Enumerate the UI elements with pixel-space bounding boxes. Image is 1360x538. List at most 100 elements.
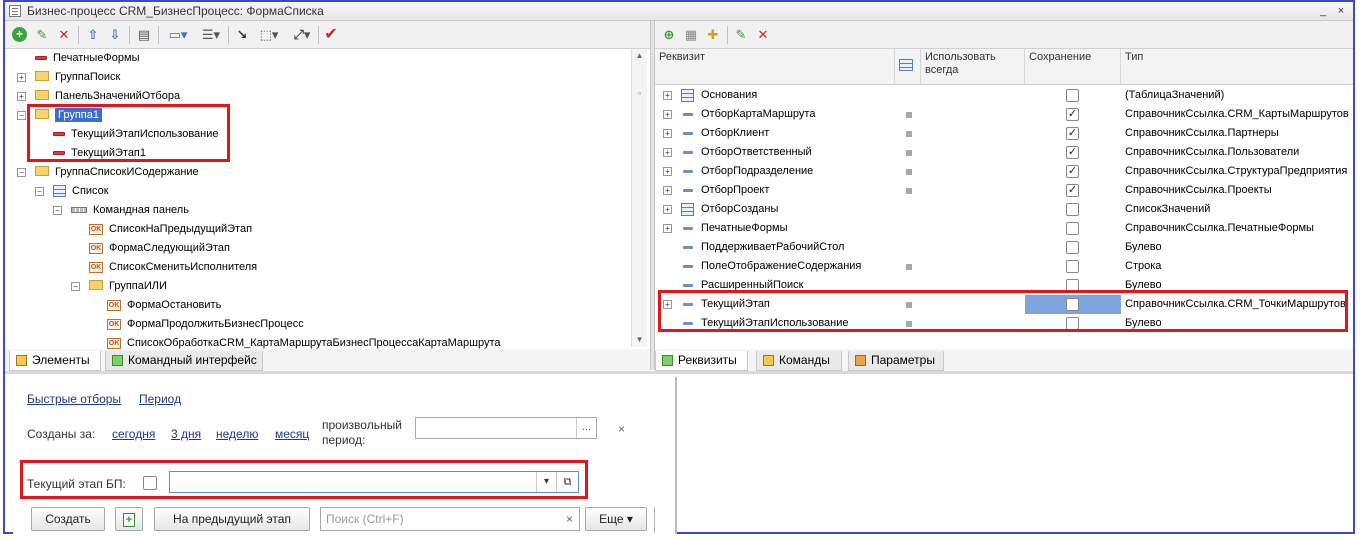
expand-icon[interactable]: + — [663, 129, 672, 138]
use-marker[interactable] — [906, 150, 912, 156]
use-marker[interactable] — [906, 321, 912, 327]
tree-item-panel-znacheniy-otbora[interactable]: + ПанельЗначенийОтбора — [17, 87, 180, 106]
collapse-icon[interactable]: − — [17, 111, 26, 120]
attribute-row[interactable]: + ОтборОтветственный ✓ СправочникСсылка.Пол… — [655, 143, 1353, 162]
attribute-row[interactable]: + ОтборПодразделение ✓ СправочникСсылка.Стр… — [655, 162, 1353, 181]
dropdown-arrow-icon[interactable]: ▾ — [536, 472, 556, 492]
form-view-icon[interactable]: ▭▾ — [165, 27, 191, 43]
save-checkbox[interactable] — [1066, 317, 1079, 330]
close-button[interactable]: × — [1333, 3, 1349, 19]
col-icon[interactable] — [895, 49, 921, 85]
add-column-icon[interactable]: ✚ — [705, 27, 721, 43]
attribute-row[interactable]: ПолеОтображениеСодержания Строка — [655, 257, 1353, 276]
expand-icon[interactable]: + — [663, 186, 672, 195]
save-checkbox[interactable] — [1066, 279, 1079, 292]
properties-icon[interactable]: ▤ — [136, 27, 152, 43]
prev-stage-button[interactable]: На предыдущий этап — [154, 507, 310, 531]
clear-period-icon[interactable]: × — [618, 422, 625, 436]
more-button[interactable]: Еще ▾ — [585, 507, 647, 531]
use-marker[interactable] — [906, 188, 912, 194]
period-input[interactable]: ... — [415, 417, 597, 439]
link-icon[interactable]: ↘ — [234, 27, 250, 43]
use-marker[interactable] — [906, 112, 912, 118]
create-button[interactable]: Создать — [31, 507, 105, 531]
collapse-icon[interactable]: − — [35, 187, 44, 196]
collapse-icon[interactable]: − — [17, 168, 26, 177]
tree-item-pechatnye-formy[interactable]: ПечатныеФормы — [35, 49, 139, 68]
tree-item-forma-prodolzhit[interactable]: OK ФормаПродолжитьБизнесПроцесс — [107, 315, 304, 334]
tree-scrollbar[interactable]: ▲ ▫ ▼ — [631, 49, 647, 347]
quick-filters-link[interactable]: Быстрые отборы — [27, 392, 121, 406]
save-checkbox[interactable]: ✓ — [1066, 127, 1079, 140]
edit-icon[interactable]: ✎ — [733, 27, 749, 43]
search-input[interactable]: Поиск (Ctrl+F) × — [320, 507, 580, 531]
minimize-button[interactable]: _ — [1315, 3, 1331, 19]
save-checkbox[interactable] — [1066, 89, 1079, 102]
tree-item-gruppa1[interactable]: − Группа1 — [17, 106, 102, 125]
tab-attributes[interactable]: Реквизиты — [655, 351, 748, 371]
attribute-row[interactable]: + ОтборПроект ✓ СправочникСсылка.Проекты — [655, 181, 1353, 200]
attribute-row[interactable]: РасширенныйПоиск Булево — [655, 276, 1353, 295]
layout-icon[interactable]: ☰▾ — [198, 27, 224, 43]
preview-splitter[interactable] — [5, 371, 1353, 374]
tree-item-spisok-smenit-ispolnitelya[interactable]: OK СписокСменитьИсполнителя — [89, 258, 257, 277]
attribute-row[interactable]: + ОтборКартаМаршрута ✓ СправочникСсылка.CRM… — [655, 105, 1353, 124]
attribute-row[interactable]: + Основания (ТаблицаЗначений) — [655, 86, 1353, 105]
tab-parameters[interactable]: Параметры — [848, 351, 944, 371]
save-checkbox[interactable] — [1066, 241, 1079, 254]
current-stage-checkbox[interactable] — [143, 476, 157, 490]
add-icon[interactable]: + — [12, 27, 27, 42]
save-checkbox[interactable]: ✓ — [1066, 165, 1079, 178]
move-up-icon[interactable]: ⇧ — [85, 27, 101, 43]
use-marker[interactable] — [906, 264, 912, 270]
tree-item-tekushchiy-etap1[interactable]: ТекущийЭтап1 — [53, 144, 146, 163]
delete-icon[interactable]: ✕ — [56, 27, 72, 43]
scroll-down-icon[interactable]: ▼ — [632, 333, 647, 347]
today-link[interactable]: сегодня — [112, 427, 155, 441]
week-link[interactable]: неделю — [216, 427, 258, 441]
tree-item-forma-sleduyushchiy-etap[interactable]: OK ФормаСледующийЭтап — [89, 239, 230, 258]
expand-icon[interactable]: + — [663, 300, 672, 309]
tree-item-komandnaya-panel[interactable]: − Командная панель — [53, 201, 189, 220]
save-checkbox[interactable]: ✓ — [1066, 108, 1079, 121]
expand-icon[interactable]: + — [663, 110, 672, 119]
expand-icon[interactable]: + — [17, 73, 26, 82]
current-stage-input[interactable]: ▾ ⧉ — [169, 471, 579, 493]
stretch-icon[interactable]: ⤢▾ — [289, 27, 315, 43]
col-save[interactable]: Сохранение — [1025, 49, 1121, 85]
tree-item-gruppa-ili[interactable]: − ГруппаИЛИ — [71, 277, 167, 296]
expand-icon[interactable]: + — [663, 91, 672, 100]
expand-icon[interactable]: + — [663, 148, 672, 157]
month-link[interactable]: месяц — [275, 427, 309, 441]
check-icon[interactable]: ✔ — [323, 27, 339, 43]
save-checkbox[interactable] — [1066, 222, 1079, 235]
period-select-button[interactable]: ... — [576, 418, 596, 438]
use-marker[interactable] — [906, 169, 912, 175]
attribute-row[interactable]: + ПечатныеФормы СправочникСсылка.ПечатныеФ… — [655, 219, 1353, 238]
use-marker[interactable] — [906, 302, 912, 308]
attribute-row[interactable]: + ТекущийЭтап СправочникСсылка.CRM_ТочкиМа… — [655, 295, 1353, 314]
tab-elements[interactable]: Элементы — [9, 351, 101, 371]
add-attr-icon[interactable]: ⊕ — [661, 27, 677, 43]
save-checkbox[interactable]: ✓ — [1066, 184, 1079, 197]
save-checkbox[interactable] — [1066, 203, 1079, 216]
delete-icon[interactable]: ✕ — [755, 27, 771, 43]
open-icon[interactable]: ⧉ — [556, 472, 578, 492]
attribute-row[interactable]: ПоддерживаетРабочийСтол Булево — [655, 238, 1353, 257]
save-checkbox[interactable] — [1066, 298, 1079, 311]
three-days-link[interactable]: 3 дня — [171, 427, 201, 441]
tree-item-spisok[interactable]: − Список — [35, 182, 109, 201]
tree-item-forma-ostanovit[interactable]: OK ФормаОстановить — [107, 296, 221, 315]
clear-search-icon[interactable]: × — [566, 512, 573, 526]
tree-item-gruppa-spisok-i-soderzhanie[interactable]: − ГруппаСписокИСодержание — [17, 163, 199, 182]
attribute-row[interactable]: ТекущийЭтапИспользование Булево — [655, 314, 1353, 333]
tree-item-spisok-na-predydushchiy-etap[interactable]: OK СписокНаПредыдущийЭтап — [89, 220, 252, 239]
expand-icon[interactable]: + — [663, 224, 672, 233]
tree-item-gruppa-poisk[interactable]: + ГруппаПоиск — [17, 68, 120, 87]
col-type[interactable]: Тип — [1121, 49, 1353, 85]
tree-item-tekushchiy-etap-ispolzovanie[interactable]: ТекущийЭтапИспользование — [53, 125, 219, 144]
expand-icon[interactable]: + — [663, 205, 672, 214]
window-menu-icon[interactable] — [9, 5, 21, 17]
col-attribute[interactable]: Реквизит — [655, 49, 895, 85]
col-use-always[interactable]: Использовать всегда — [921, 49, 1025, 85]
